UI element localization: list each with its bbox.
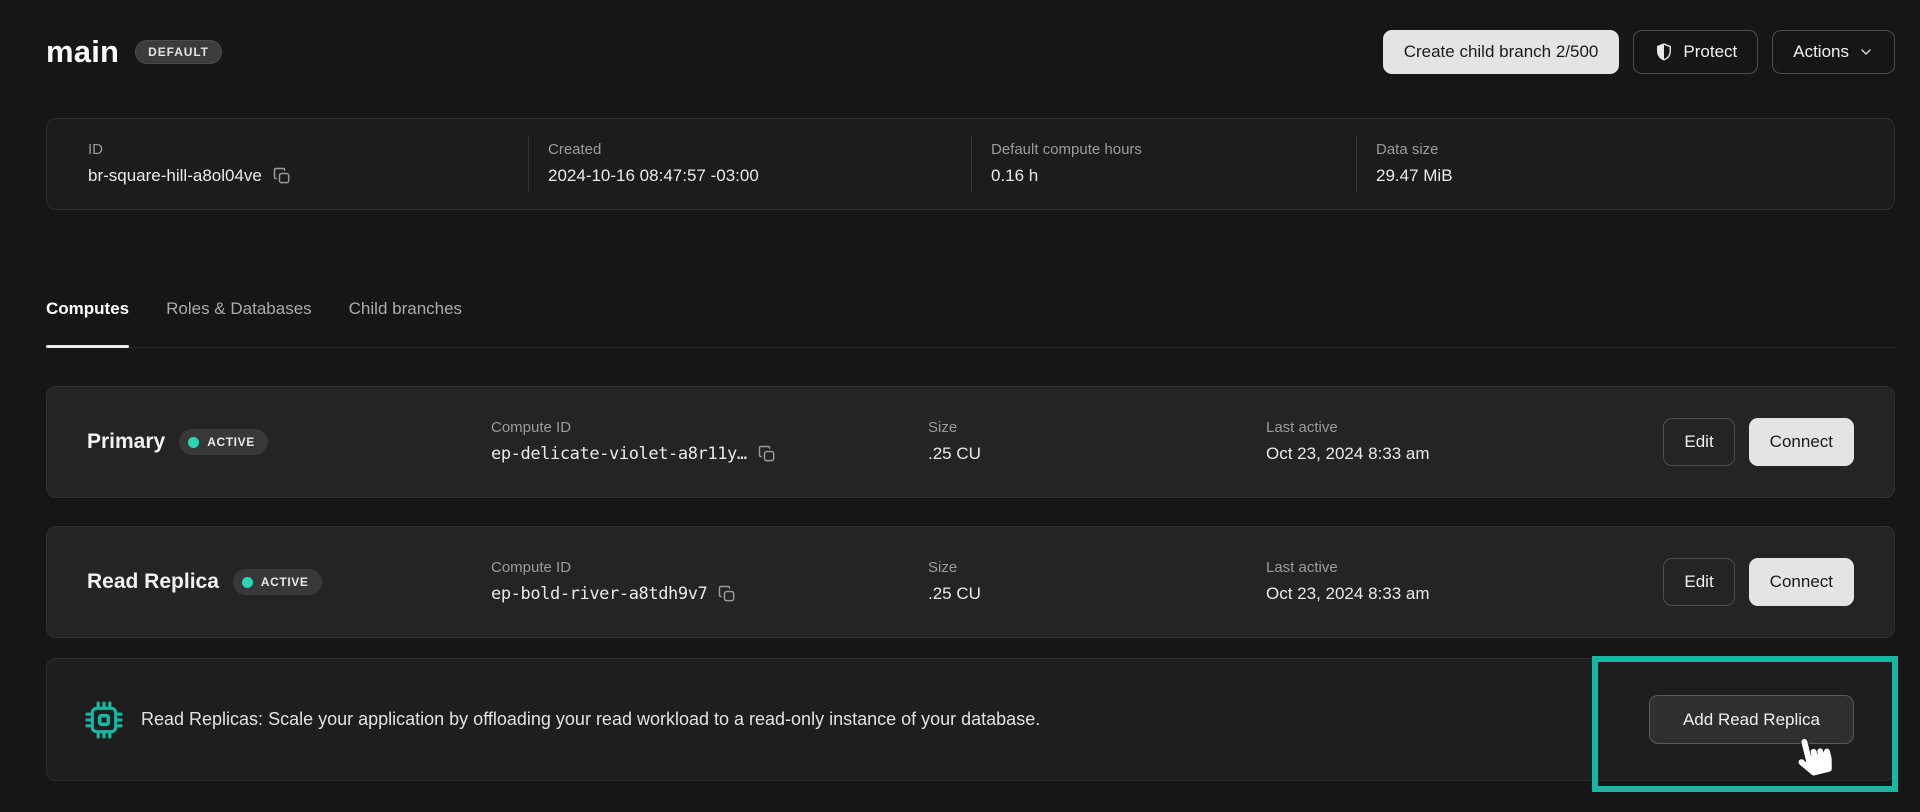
- branch-id-value: br-square-hill-a8ol04ve: [88, 166, 262, 186]
- field-label: Data size: [1376, 142, 1894, 159]
- chevron-down-icon: [1858, 44, 1874, 60]
- connect-button[interactable]: Connect: [1749, 558, 1854, 606]
- compute-id-value: ep-bold-river-a8tdh9v7: [491, 584, 707, 604]
- copy-icon: [272, 166, 292, 186]
- status-dot-icon: [242, 577, 253, 588]
- page-header: main DEFAULT Create child branch 2/500 P…: [46, 28, 1895, 76]
- last-active-value: Oct 23, 2024 8:33 am: [1266, 584, 1663, 604]
- read-replica-banner: Read Replicas: Scale your application by…: [46, 658, 1895, 781]
- title-group: main DEFAULT: [46, 34, 222, 70]
- protect-label: Protect: [1683, 42, 1737, 62]
- size-value: .25 CU: [928, 444, 1266, 464]
- last-active-label: Last active: [1266, 560, 1663, 577]
- status-dot-icon: [188, 437, 199, 448]
- header-actions: Create child branch 2/500 Protect Action…: [1383, 30, 1895, 74]
- info-field-compute-hours: Default compute hours 0.16 h: [971, 136, 1356, 192]
- default-badge: DEFAULT: [135, 40, 222, 64]
- compute-id-label: Compute ID: [491, 420, 928, 437]
- edit-button[interactable]: Edit: [1663, 558, 1734, 606]
- data-size-value: 29.47 MiB: [1376, 166, 1894, 186]
- copy-icon: [757, 444, 777, 464]
- compute-row-primary: Primary ACTIVE Compute ID ep-delicate-vi…: [46, 386, 1895, 498]
- branch-info-card: ID br-square-hill-a8ol04ve Created 2024-…: [46, 118, 1895, 210]
- actions-button[interactable]: Actions: [1772, 30, 1895, 74]
- info-field-data-size: Data size 29.47 MiB: [1356, 136, 1894, 192]
- field-label: ID: [88, 142, 528, 159]
- info-field-id: ID br-square-hill-a8ol04ve: [47, 136, 528, 192]
- connect-button[interactable]: Connect: [1749, 418, 1854, 466]
- copy-compute-id-button[interactable]: [717, 584, 737, 604]
- status-label: ACTIVE: [207, 435, 255, 449]
- tab-bar: Computes Roles & Databases Child branche…: [46, 298, 1895, 348]
- protect-button[interactable]: Protect: [1633, 30, 1758, 74]
- shield-icon: [1654, 42, 1674, 62]
- field-label: Default compute hours: [991, 142, 1356, 159]
- tab-child-branches[interactable]: Child branches: [349, 298, 462, 347]
- compute-name: Read Replica: [87, 570, 219, 594]
- copy-branch-id-button[interactable]: [272, 166, 292, 186]
- compute-name: Primary: [87, 430, 165, 454]
- page-title: main: [46, 34, 119, 70]
- created-value: 2024-10-16 08:47:57 -03:00: [548, 166, 971, 186]
- copy-icon: [717, 584, 737, 604]
- size-label: Size: [928, 560, 1266, 577]
- status-label: ACTIVE: [261, 575, 309, 589]
- compute-id-label: Compute ID: [491, 560, 928, 577]
- branch-page: main DEFAULT Create child branch 2/500 P…: [0, 0, 1920, 781]
- last-active-value: Oct 23, 2024 8:33 am: [1266, 444, 1663, 464]
- last-active-label: Last active: [1266, 420, 1663, 437]
- tab-roles-databases[interactable]: Roles & Databases: [166, 298, 312, 347]
- compute-hours-value: 0.16 h: [991, 166, 1356, 186]
- size-value: .25 CU: [928, 584, 1266, 604]
- create-child-branch-button[interactable]: Create child branch 2/500: [1383, 30, 1620, 74]
- banner-description: Read Replicas: Scale your application by…: [141, 709, 1040, 730]
- info-field-created: Created 2024-10-16 08:47:57 -03:00: [528, 136, 971, 192]
- copy-compute-id-button[interactable]: [757, 444, 777, 464]
- status-badge: ACTIVE: [179, 429, 268, 455]
- status-badge: ACTIVE: [233, 569, 322, 595]
- cpu-chip-icon: [84, 700, 124, 740]
- compute-id-value: ep-delicate-violet-a8r11y…: [491, 444, 747, 464]
- edit-button[interactable]: Edit: [1663, 418, 1734, 466]
- compute-row-read-replica: Read Replica ACTIVE Compute ID ep-bold-r…: [46, 526, 1895, 638]
- size-label: Size: [928, 420, 1266, 437]
- tab-computes[interactable]: Computes: [46, 298, 129, 347]
- actions-label: Actions: [1793, 42, 1849, 62]
- field-label: Created: [548, 142, 971, 159]
